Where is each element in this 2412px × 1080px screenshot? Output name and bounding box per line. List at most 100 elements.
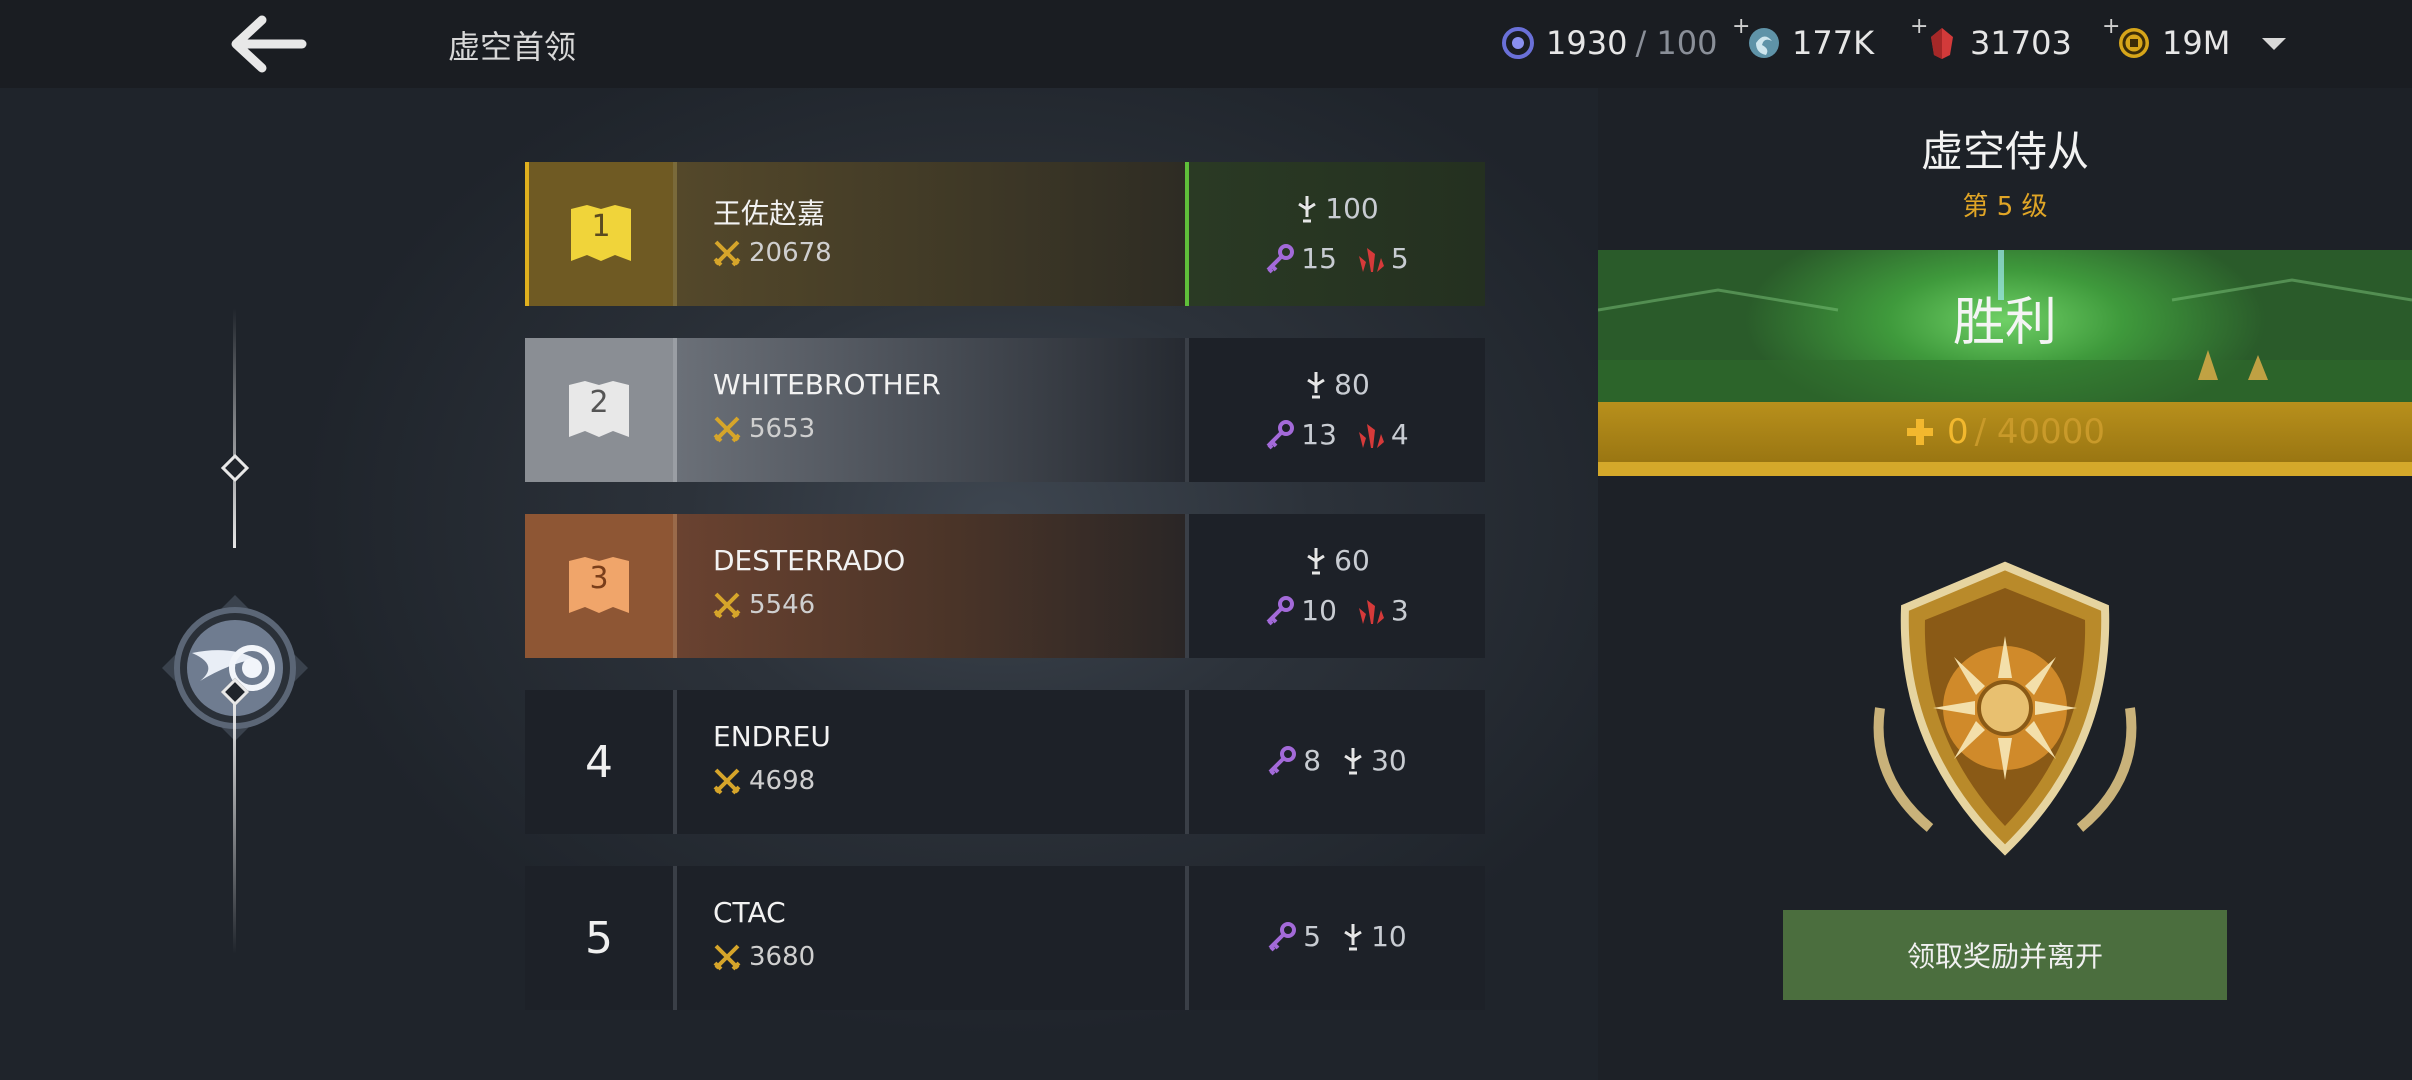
sword-icon	[1298, 195, 1317, 222]
reward-item: 10	[1341, 920, 1407, 953]
power-value: 3680	[749, 942, 816, 972]
victory-banner: 胜利	[1598, 250, 2412, 402]
progress-max: / 40000	[1974, 412, 2106, 452]
plus-cross-icon	[1906, 419, 1933, 445]
player-info: ENDREU 4698	[677, 690, 1185, 834]
player-power: 5546	[713, 590, 815, 620]
player-power: 20678	[713, 238, 832, 268]
reward-cell: 8 30	[1189, 690, 1485, 834]
leaderboard-row-4[interactable]: 4 ENDREU 4698 8 30	[525, 690, 1485, 834]
progress-track-bottom	[233, 704, 236, 954]
gold-coin-value: 19M	[2162, 24, 2231, 62]
reward-line: 8 30	[1189, 744, 1485, 777]
top-bar: 虚空首领 1930 / 100 + 177K + 31703 + 19M	[0, 0, 2412, 88]
reward-line: 5 10	[1189, 920, 1485, 953]
add-swirl-orb-button[interactable]: +	[1732, 14, 1750, 39]
add-gold-coin-button[interactable]: +	[2102, 14, 2120, 39]
back-button[interactable]	[226, 14, 310, 74]
leaderboard-row-5[interactable]: 5 CTAC 3680 5 10	[525, 866, 1485, 1010]
leaderboard-row-1[interactable]: 1 王佐赵嘉 20678 100 15 5	[525, 162, 1485, 306]
progress-text: 0 / 40000	[1598, 412, 2412, 452]
reward-item: 80	[1304, 368, 1370, 401]
reward-line: 13 4	[1189, 418, 1485, 451]
arrow-left-icon	[231, 15, 307, 73]
reward-line: 60	[1189, 544, 1485, 577]
reward-item: 60	[1304, 544, 1370, 577]
power-value: 20678	[749, 238, 832, 268]
reward-cell: 5 10	[1189, 866, 1485, 1010]
player-power: 4698	[713, 766, 815, 796]
power-value: 4698	[749, 766, 816, 796]
add-red-gem-button[interactable]: +	[1910, 14, 1928, 39]
reward-item: 8	[1267, 744, 1321, 777]
reward-cell: 60 10 3	[1189, 514, 1485, 658]
reward-item: 13	[1265, 418, 1337, 451]
sword-icon	[1307, 547, 1325, 574]
crossed-swords-icon	[713, 944, 741, 971]
player-power: 3680	[713, 942, 815, 972]
reward-cell: 100 15 5	[1189, 162, 1485, 306]
victory-text: 胜利	[1952, 293, 2057, 353]
reward-line: 15 5	[1189, 242, 1485, 275]
leaderboard-area: 1 王佐赵嘉 20678 100 15 5 2 WHITEBROTHER 565…	[0, 88, 1598, 1080]
progress-bar-edge	[1598, 462, 2412, 476]
leaderboard-row-2[interactable]: 2 WHITEBROTHER 5653 80 13 4	[525, 338, 1485, 482]
reward-item: 5	[1267, 920, 1321, 953]
void-energy-value: 1930	[1546, 24, 1628, 62]
reward-item: 4	[1357, 418, 1409, 451]
reward-value: 4	[1390, 418, 1409, 451]
rank-number: 5	[585, 912, 613, 964]
red-gem-value: 31703	[1970, 24, 2072, 62]
reward-item: 10	[1265, 594, 1337, 627]
silver-banner-icon: 2	[565, 379, 633, 441]
key-icon	[1266, 243, 1295, 273]
player-info: WHITEBROTHER 5653	[677, 338, 1185, 482]
power-value: 5653	[749, 414, 816, 444]
resource-gold-coin: + 19M	[2102, 14, 2231, 66]
reward-value: 5	[1303, 920, 1322, 953]
player-info: 王佐赵嘉 20678	[677, 162, 1185, 306]
key-icon	[1268, 745, 1297, 775]
leaderboard-row-3[interactable]: 3 DESTERRADO 5546 60 10 3	[525, 514, 1485, 658]
red-gem-icon	[1931, 28, 1953, 59]
key-icon	[1268, 921, 1297, 951]
player-info: DESTERRADO 5546	[677, 514, 1185, 658]
page-title: 虚空首领	[448, 28, 577, 66]
resources-dropdown-button[interactable]	[2258, 34, 2290, 54]
reward-value: 60	[1334, 544, 1370, 577]
swirl-orb-icon	[1749, 28, 1779, 58]
void-energy-max: / 100	[1635, 24, 1718, 62]
rank-number: 1	[591, 209, 611, 244]
boss-title: 虚空侍从	[1920, 127, 2089, 176]
crossed-swords-icon	[713, 592, 741, 619]
rank-badge: 1	[525, 162, 673, 306]
reward-item: 30	[1341, 744, 1407, 777]
player-name: ENDREU	[713, 720, 831, 753]
power-value: 5546	[749, 590, 816, 620]
rank-badge: 4	[525, 690, 673, 834]
reward-value: 15	[1301, 242, 1337, 275]
reward-value: 100	[1325, 192, 1379, 225]
player-name: DESTERRADO	[713, 544, 906, 577]
reward-value: 10	[1301, 594, 1337, 627]
bronze-banner-icon: 3	[565, 555, 633, 617]
player-name: WHITEBROTHER	[713, 368, 941, 401]
progress-current: 0	[1946, 412, 1969, 452]
key-icon	[1266, 595, 1295, 625]
player-info: CTAC 3680	[677, 866, 1185, 1010]
shield-sun-emblem-icon	[1873, 561, 2137, 856]
reward-value: 10	[1371, 920, 1407, 953]
void-energy-icon	[1502, 27, 1534, 59]
reward-value: 80	[1334, 368, 1370, 401]
reward-item: 3	[1357, 594, 1409, 627]
rank-badge: 3	[525, 514, 673, 658]
reward-value: 8	[1303, 744, 1322, 777]
reward-value: 13	[1301, 418, 1337, 451]
gold-coin-icon	[2119, 28, 2149, 58]
reward-line: 10 3	[1189, 594, 1485, 627]
reward-value: 30	[1371, 744, 1407, 777]
reward-value: 3	[1390, 594, 1409, 627]
resource-void-energy: 1930 / 100	[1500, 20, 1717, 66]
claim-reward-and-leave-button[interactable]: 领取奖励并离开	[1783, 910, 2227, 1000]
resource-swirl-orb: + 177K	[1732, 14, 1874, 66]
